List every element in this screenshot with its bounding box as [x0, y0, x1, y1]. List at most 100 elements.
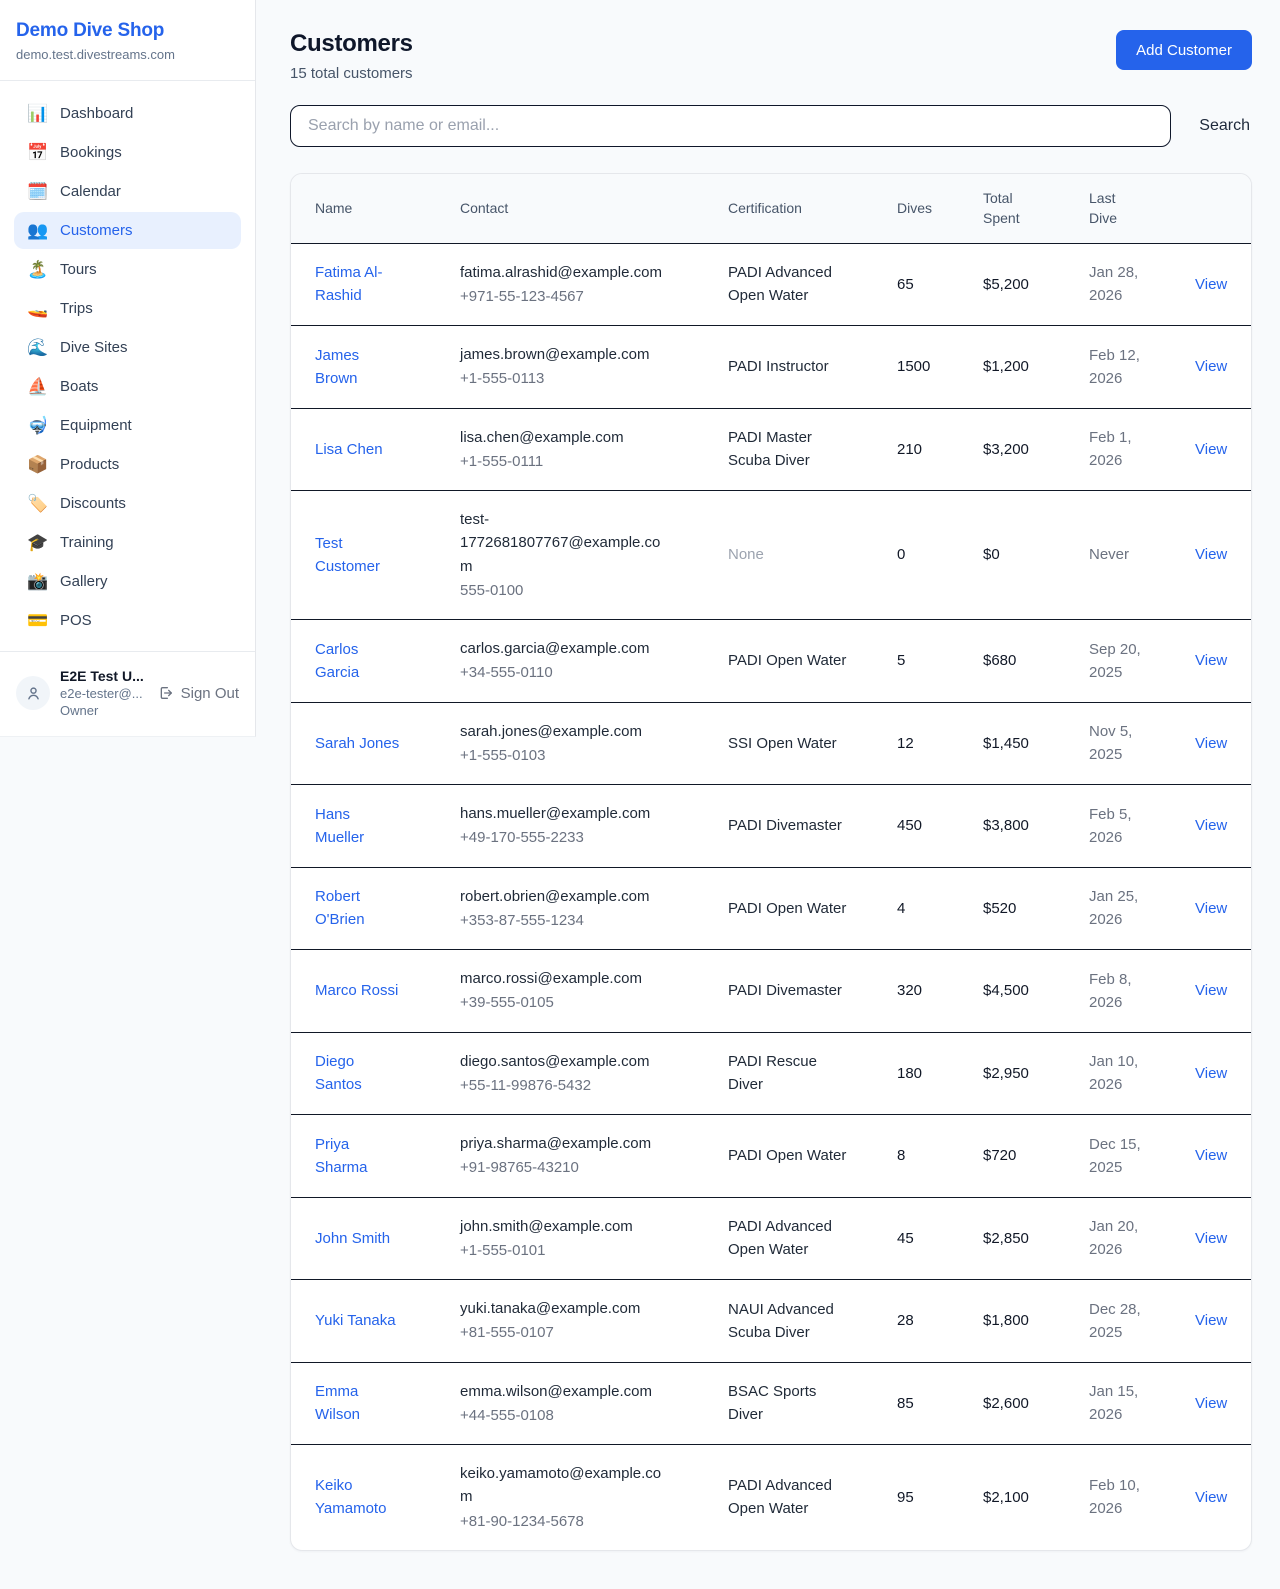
view-customer-link[interactable]: View [1195, 1147, 1227, 1164]
avatar [16, 676, 50, 710]
products-icon: 📦 [27, 456, 47, 473]
customer-certification: PADI Advanced Open Water [704, 1445, 873, 1550]
dive-sites-icon: 🌊 [27, 339, 47, 356]
view-customer-link[interactable]: View [1195, 1312, 1227, 1329]
customer-email: james.brown@example.com [460, 343, 672, 366]
customer-email: carlos.garcia@example.com [460, 637, 672, 660]
view-customer-link[interactable]: View [1195, 358, 1227, 375]
customer-dives: 5 [873, 620, 959, 703]
sidebar-item-training[interactable]: 🎓 Training [14, 524, 241, 561]
column-header-total-spent: Total Spent [959, 174, 1065, 243]
sidebar-item-customers[interactable]: 👥Customers [14, 212, 241, 249]
table-header-row: NameContactCertificationDivesTotal Spent… [291, 174, 1251, 243]
view-customer-link[interactable]: View [1195, 652, 1227, 669]
sidebar-item-label: Tours [60, 261, 97, 278]
pos-icon: 💳 [27, 612, 47, 629]
customer-dives: 12 [873, 702, 959, 785]
customer-certification: PADI Divemaster [704, 950, 873, 1033]
customer-certification: PADI Open Water [704, 867, 873, 950]
sidebar-item-equipment[interactable]: 🤿Equipment [14, 407, 241, 444]
sidebar-item-boats[interactable]: ⛵Boats [14, 368, 241, 405]
customer-certification: PADI Open Water [704, 1115, 873, 1198]
view-customer-link[interactable]: View [1195, 900, 1227, 917]
customer-certification: PADI Master Scuba Diver [704, 408, 873, 491]
add-customer-button[interactable]: Add Customer [1116, 30, 1252, 70]
sidebar-item-gallery[interactable]: 📸Gallery [14, 563, 241, 600]
view-customer-link[interactable]: View [1195, 276, 1227, 293]
customer-name-link[interactable]: Sarah Jones [315, 735, 399, 752]
customer-email: priya.sharma@example.com [460, 1132, 672, 1155]
brand-name: Demo Dive Shop [16, 20, 239, 42]
customer-name-link[interactable]: Fatima Al-Rashid [315, 264, 383, 304]
customer-certification: PADI Open Water [704, 620, 873, 703]
table-row: Yuki Tanakayuki.tanaka@example.com+81-55… [291, 1280, 1251, 1363]
view-customer-link[interactable]: View [1195, 1489, 1227, 1506]
customer-phone: +55-11-99876-5432 [460, 1074, 672, 1097]
view-customer-link[interactable]: View [1195, 1230, 1227, 1247]
customer-name-link[interactable]: Priya Sharma [315, 1136, 368, 1176]
search-input[interactable] [290, 105, 1171, 147]
customer-last-dive: Jan 10, 2026 [1065, 1032, 1171, 1115]
customer-dives: 8 [873, 1115, 959, 1198]
customer-name-link[interactable]: Keiko Yamamoto [315, 1477, 386, 1517]
sidebar: Demo Dive Shop demo.test.divestreams.com… [0, 0, 256, 737]
sidebar-item-pos[interactable]: 💳POS [14, 602, 241, 639]
view-customer-link[interactable]: View [1195, 441, 1227, 458]
customer-total-spent: $1,450 [959, 702, 1065, 785]
sidebar-item-calendar[interactable]: 🗓️Calendar [14, 173, 241, 210]
customer-total-spent: $1,800 [959, 1280, 1065, 1363]
customer-name-link[interactable]: Test Customer [315, 535, 380, 575]
customer-name-link[interactable]: Yuki Tanaka [315, 1312, 396, 1329]
customer-name-link[interactable]: Hans Mueller [315, 806, 364, 846]
customer-last-dive: Dec 28, 2025 [1065, 1280, 1171, 1363]
column-header-contact: Contact [436, 174, 704, 243]
customer-count: 15 total customers [290, 65, 413, 82]
training-icon: 🎓 [27, 534, 47, 551]
customer-name-link[interactable]: John Smith [315, 1230, 390, 1247]
table-row: Diego Santosdiego.santos@example.com+55-… [291, 1032, 1251, 1115]
customer-total-spent: $0 [959, 491, 1065, 620]
sidebar-nav: 📊Dashboard📅Bookings🗓️Calendar👥Customers🏝… [0, 81, 255, 651]
sidebar-item-products[interactable]: 📦Products [14, 446, 241, 483]
sidebar-item-discounts[interactable]: 🏷️Discounts [14, 485, 241, 522]
sidebar-item-label: Training [60, 534, 114, 551]
customer-name-link[interactable]: Diego Santos [315, 1053, 362, 1093]
customer-name-link[interactable]: Lisa Chen [315, 441, 383, 458]
view-customer-link[interactable]: View [1195, 1065, 1227, 1082]
view-customer-link[interactable]: View [1195, 817, 1227, 834]
user-name: E2E Test U... [60, 668, 144, 684]
customer-name-link[interactable]: James Brown [315, 347, 359, 387]
customer-name-link[interactable]: Robert O'Brien [315, 888, 365, 928]
customer-email: john.smith@example.com [460, 1215, 672, 1238]
view-customer-link[interactable]: View [1195, 982, 1227, 999]
sidebar-item-dashboard[interactable]: 📊Dashboard [14, 95, 241, 132]
customer-total-spent: $720 [959, 1115, 1065, 1198]
customer-last-dive: Sep 20, 2025 [1065, 620, 1171, 703]
customer-certification: None [704, 491, 873, 620]
search-button[interactable]: Search [1197, 113, 1252, 139]
customer-name-link[interactable]: Emma Wilson [315, 1383, 360, 1423]
user-role: Owner [60, 703, 144, 718]
search-bar: Search [290, 105, 1252, 147]
sidebar-item-tours[interactable]: 🏝️Tours [14, 251, 241, 288]
customer-name-link[interactable]: Carlos Garcia [315, 641, 359, 681]
customer-dives: 85 [873, 1362, 959, 1445]
sign-out-button[interactable]: Sign Out [158, 685, 239, 702]
customer-name-link[interactable]: Marco Rossi [315, 982, 398, 999]
sidebar-item-label: Trips [60, 300, 93, 317]
sidebar-item-bookings[interactable]: 📅Bookings [14, 134, 241, 171]
customer-total-spent: $520 [959, 867, 1065, 950]
customer-dives: 210 [873, 408, 959, 491]
customer-dives: 180 [873, 1032, 959, 1115]
sidebar-item-dive-sites[interactable]: 🌊Dive Sites [14, 329, 241, 366]
customer-total-spent: $680 [959, 620, 1065, 703]
customer-certification: PADI Advanced Open Water [704, 1197, 873, 1280]
user-icon [25, 685, 42, 702]
view-customer-link[interactable]: View [1195, 1395, 1227, 1412]
sidebar-item-label: Gallery [60, 573, 108, 590]
view-customer-link[interactable]: View [1195, 546, 1227, 563]
sidebar-item-trips[interactable]: 🚤Trips [14, 290, 241, 327]
view-customer-link[interactable]: View [1195, 735, 1227, 752]
customer-total-spent: $3,800 [959, 785, 1065, 868]
brand-domain: demo.test.divestreams.com [16, 47, 239, 62]
